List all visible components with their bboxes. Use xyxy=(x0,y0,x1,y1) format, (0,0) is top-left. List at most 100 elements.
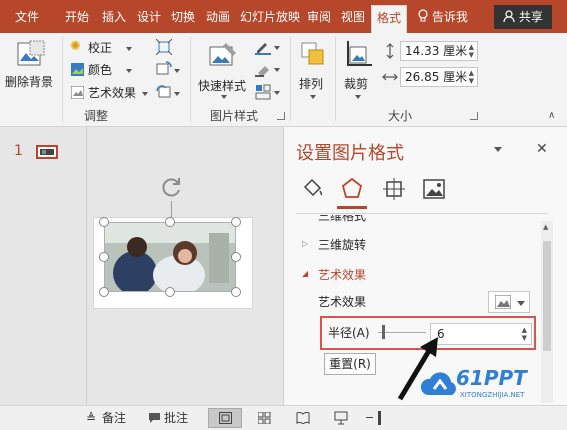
corrections-button[interactable]: ✺ 校正 xyxy=(68,39,148,57)
picture-icon[interactable] xyxy=(422,177,446,201)
resize-handle[interactable] xyxy=(165,217,175,227)
spinner-arrows-icon[interactable]: ▲ ▼ xyxy=(522,326,527,342)
resize-handle[interactable] xyxy=(165,287,175,297)
comments-button[interactable]: 批注 xyxy=(148,406,196,430)
selected-picture[interactable] xyxy=(104,222,236,292)
cloud-logo-icon xyxy=(420,372,456,395)
group-separator xyxy=(190,37,191,121)
tab-transitions[interactable]: 切换 xyxy=(168,7,198,27)
size-launcher-icon[interactable] xyxy=(470,112,478,120)
rotate-handle-icon[interactable] xyxy=(159,175,185,201)
tab-format[interactable]: 格式 xyxy=(371,5,407,33)
pane-options-dropdown-icon[interactable] xyxy=(494,147,502,152)
tab-design[interactable]: 设计 xyxy=(134,7,164,27)
tab-review[interactable]: 审阅 xyxy=(304,7,334,27)
notes-button[interactable]: ≜ 备注 xyxy=(86,406,134,430)
resize-handle[interactable] xyxy=(231,217,241,227)
picture-styles-launcher-icon[interactable] xyxy=(277,112,285,120)
pane-title: 设置图片格式 xyxy=(296,143,404,164)
chevron-down-icon xyxy=(221,95,227,99)
quick-styles-button[interactable]: 快速样式 xyxy=(196,39,252,101)
tab-file[interactable]: 文件 xyxy=(10,7,44,27)
crop-button[interactable]: 裁剪 xyxy=(340,39,376,101)
close-icon[interactable]: ✕ xyxy=(536,141,548,157)
collapse-ribbon-icon[interactable]: ∧ xyxy=(548,111,555,121)
comments-label: 批注 xyxy=(164,411,189,425)
chevron-down-icon[interactable] xyxy=(274,46,280,50)
width-input[interactable]: 26.85 厘米 ▲ ▼ xyxy=(400,67,478,87)
resize-handle[interactable] xyxy=(99,252,109,262)
color-label: 颜色 xyxy=(88,63,113,77)
section-artistic-effects[interactable]: ◢ 艺术效果 xyxy=(296,267,544,283)
tab-view[interactable]: 视图 xyxy=(338,7,368,27)
height-icon xyxy=(386,43,394,59)
quick-styles-icon xyxy=(209,43,236,66)
chevron-down-icon[interactable] xyxy=(274,91,280,95)
resize-handle[interactable] xyxy=(231,252,241,262)
reset-button[interactable]: 重置(R) xyxy=(324,353,376,375)
section-3d-format-label: 三维格式 xyxy=(318,215,367,223)
picture-effects-icon[interactable] xyxy=(255,61,271,77)
effects-icon[interactable] xyxy=(340,177,364,201)
scrollbar-thumb[interactable] xyxy=(543,241,551,351)
picture-styles-group-label: 图片样式 xyxy=(210,109,259,123)
ribbon-tab-bar: 文件 开始 插入 设计 切换 动画 幻灯片放映 审阅 视图 格式 告诉我 共享 xyxy=(0,0,567,33)
resize-handle[interactable] xyxy=(99,287,109,297)
crop-label: 裁剪 xyxy=(344,77,369,91)
tab-insert[interactable]: 插入 xyxy=(99,7,129,27)
artistic-effects-button[interactable]: 艺术效果 xyxy=(68,84,152,102)
tab-slideshow[interactable]: 幻灯片放映 xyxy=(238,7,302,27)
size-group-label: 大小 xyxy=(388,109,413,123)
height-value: 14.33 厘米 xyxy=(405,44,468,58)
artistic-effects-label: 艺术效果 xyxy=(88,86,137,100)
reset-label: 重置(R) xyxy=(329,357,371,371)
height-input[interactable]: 14.33 厘米 ▲ ▼ xyxy=(400,41,478,61)
reading-view-icon[interactable] xyxy=(296,412,310,424)
size-properties-icon[interactable] xyxy=(382,177,406,201)
chevron-right-icon: ▷ xyxy=(302,239,309,248)
compress-pictures-icon[interactable] xyxy=(156,39,172,55)
resize-handle[interactable] xyxy=(231,287,241,297)
artistic-effect-label: 艺术效果 xyxy=(318,295,367,309)
radius-slider-track[interactable] xyxy=(378,332,426,333)
tab-home[interactable]: 开始 xyxy=(62,7,92,27)
slideshow-icon[interactable] xyxy=(334,411,348,425)
tell-me-search[interactable]: 告诉我 xyxy=(418,7,468,27)
quick-styles-label: 快速样式 xyxy=(198,79,247,93)
section-3d-rotation[interactable]: ▷ 三维旋转 xyxy=(296,237,544,253)
spinner-arrows-icon[interactable]: ▲ ▼ xyxy=(469,43,474,59)
slide-sorter-icon[interactable] xyxy=(258,412,271,424)
thumbnail-picture-icon xyxy=(40,149,54,155)
share-button[interactable]: 共享 xyxy=(494,5,552,29)
section-3d-format[interactable]: 三维格式 xyxy=(296,215,544,227)
chevron-down-icon[interactable] xyxy=(174,92,180,96)
spinner-arrows-icon[interactable]: ▲ ▼ xyxy=(469,69,474,85)
chevron-down-icon[interactable] xyxy=(274,68,280,72)
zoom-slider-thumb[interactable] xyxy=(378,411,381,425)
status-bar: ≜ 备注 批注 xyxy=(0,405,567,430)
watermark-brand: 61PPT xyxy=(456,366,527,390)
zoom-out-icon[interactable] xyxy=(366,417,373,418)
arrange-icon xyxy=(301,42,324,65)
artistic-effect-dropdown[interactable] xyxy=(488,291,530,313)
scroll-up-icon[interactable]: ▲ xyxy=(543,223,548,231)
tab-animations[interactable]: 动画 xyxy=(203,7,233,27)
color-button[interactable]: 颜色 xyxy=(68,61,148,79)
comment-icon xyxy=(149,413,160,423)
resize-handle[interactable] xyxy=(99,217,109,227)
slide-editor xyxy=(87,127,283,405)
picture-layout-icon[interactable] xyxy=(255,84,271,100)
radius-input[interactable]: 6 ▲ ▼ xyxy=(430,323,532,345)
slide-thumbnail[interactable] xyxy=(36,145,58,159)
reset-picture-icon[interactable] xyxy=(156,84,172,100)
radius-slider-thumb[interactable] xyxy=(382,325,385,339)
chevron-down-icon[interactable] xyxy=(174,69,180,73)
arrange-button[interactable]: 排列 xyxy=(296,39,330,101)
remove-background-button[interactable]: 删除背景 xyxy=(4,37,58,95)
normal-view-button[interactable] xyxy=(208,408,242,428)
chevron-down-icon xyxy=(310,95,316,99)
picture-border-icon[interactable] xyxy=(255,39,271,55)
change-picture-icon[interactable] xyxy=(156,61,172,77)
slide-thumbnails-pane: 1 xyxy=(0,127,87,405)
fill-line-icon[interactable] xyxy=(300,177,324,201)
